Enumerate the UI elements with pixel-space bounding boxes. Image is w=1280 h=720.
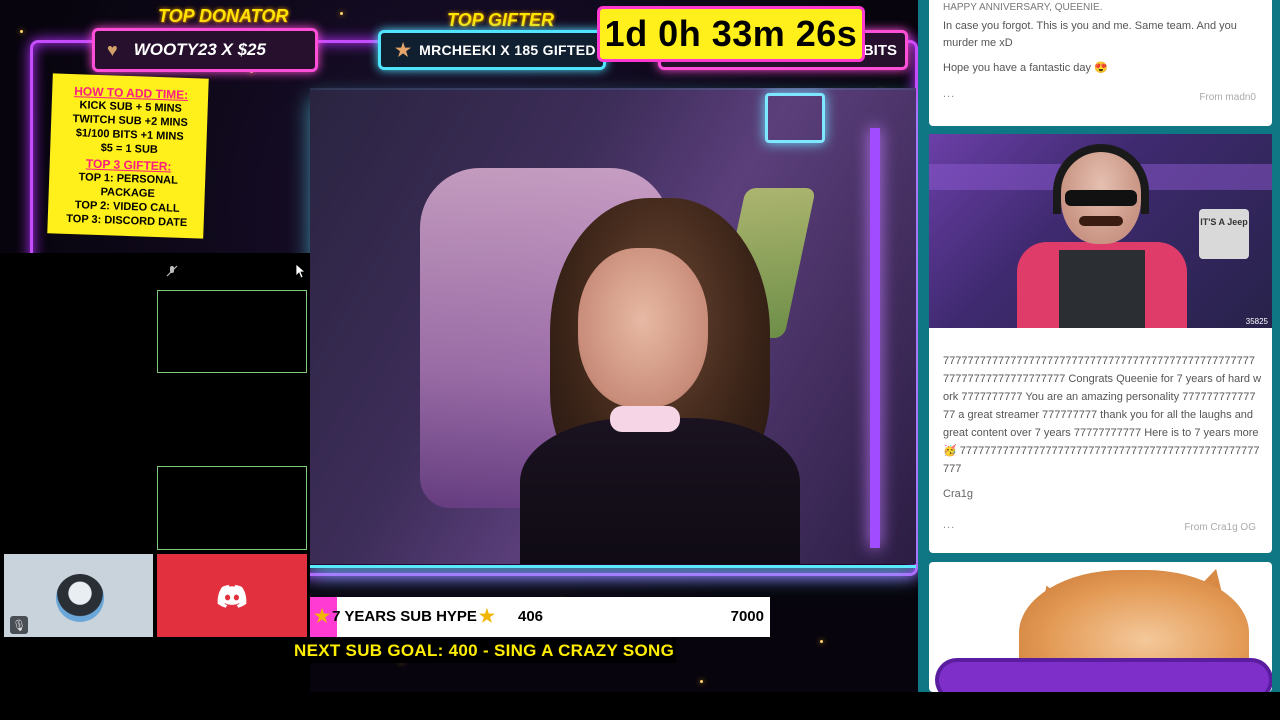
card-photo: IT'S A Jeep 35825 <box>929 134 1272 328</box>
sub-hype-count: 406 <box>518 608 544 625</box>
discord-participant-tile[interactable] <box>157 554 307 637</box>
jeep-sign: IT'S A Jeep <box>1199 209 1249 259</box>
anniversary-card-feed[interactable]: HAPPY ANNIVERSARY, QUEENIE. In case you … <box>918 0 1280 692</box>
top-donator-badge: ♥ WOOTY23 X $25 <box>92 28 318 72</box>
sub-hype-bar: ★ 7 YEARS SUB HYPE ★ 406 7000 <box>310 597 770 637</box>
photo-counter: 35825 <box>1245 317 1268 326</box>
card-message-cut: HAPPY ANNIVERSARY, QUEENIE. <box>943 2 1103 12</box>
sparkle <box>20 30 23 33</box>
participant-video-slot[interactable] <box>157 290 307 373</box>
mic-muted-icon: 🎙 <box>10 616 28 634</box>
star-icon: ★ <box>395 39 412 60</box>
more-options-button[interactable]: ... <box>943 519 955 531</box>
sub-hype-label: 7 YEARS SUB HYPE <box>332 608 477 625</box>
webcam-neon-border <box>310 90 916 568</box>
star-icon: ★ <box>478 606 496 626</box>
card-message: Hope you have a fantastic day 😍 <box>943 62 1108 74</box>
stream-scene: TOP DONATOR ♥ WOOTY23 X $25 TOP GIFTER ★… <box>0 0 918 692</box>
message-card[interactable] <box>929 562 1272 692</box>
cursor-icon <box>295 263 306 279</box>
top-donator-title: TOP DONATOR <box>158 6 289 26</box>
sunglasses <box>1065 190 1137 206</box>
discord-call-panel: 🎙 <box>0 253 310 692</box>
top-gifter-badge: ★ MRCHEEKI X 185 GIFTED <box>378 30 606 70</box>
bits-label: BITS <box>862 41 897 59</box>
card-message: 7777777777777777777777777777777777777777… <box>943 355 1262 475</box>
card-author: From Cra1g OG <box>1184 522 1256 533</box>
message-card[interactable]: IT'S A Jeep 35825 7777777777777777777777… <box>929 134 1272 553</box>
card-signature: Cra1g <box>943 488 973 500</box>
next-sub-goal: NEXT SUB GOAL: 400 - SING A CRAZY SONG <box>292 639 677 663</box>
mic-muted-icon[interactable] <box>166 265 178 277</box>
sparkle <box>820 640 823 643</box>
top-gifter-title: TOP GIFTER <box>447 10 555 30</box>
mustache <box>1079 216 1123 226</box>
card-author: From madn0 <box>1199 92 1256 103</box>
participant-avatar-tile[interactable]: 🎙 <box>4 554 153 637</box>
avatar <box>56 574 104 622</box>
cat-sunglasses <box>939 662 1269 692</box>
heart-icon: ♥ <box>107 39 118 60</box>
subathon-timer: 1d 0h 33m 26s <box>597 6 865 62</box>
top-donator-value: WOOTY23 X $25 <box>133 40 266 59</box>
more-options-button[interactable]: ... <box>943 88 955 100</box>
sparkle <box>340 12 343 15</box>
sub-hype-label-row: ★ 7 YEARS SUB HYPE ★ <box>314 606 495 627</box>
sparkle <box>700 680 703 683</box>
discord-logo-icon <box>217 584 247 608</box>
message-card[interactable]: HAPPY ANNIVERSARY, QUEENIE. In case you … <box>929 0 1272 126</box>
star-icon: ★ <box>314 606 331 626</box>
sub-hype-goal: 7000 <box>730 608 764 625</box>
add-time-info-card: HOW TO ADD TIME: KICK SUB + 5 MINS TWITC… <box>47 73 209 239</box>
card-message: In case you forgot. This is you and me. … <box>943 20 1237 49</box>
shirt <box>1059 250 1145 328</box>
participant-video-slot[interactable] <box>157 466 307 550</box>
top-gifter-value: MRCHEEKI X 185 GIFTED <box>419 42 596 58</box>
